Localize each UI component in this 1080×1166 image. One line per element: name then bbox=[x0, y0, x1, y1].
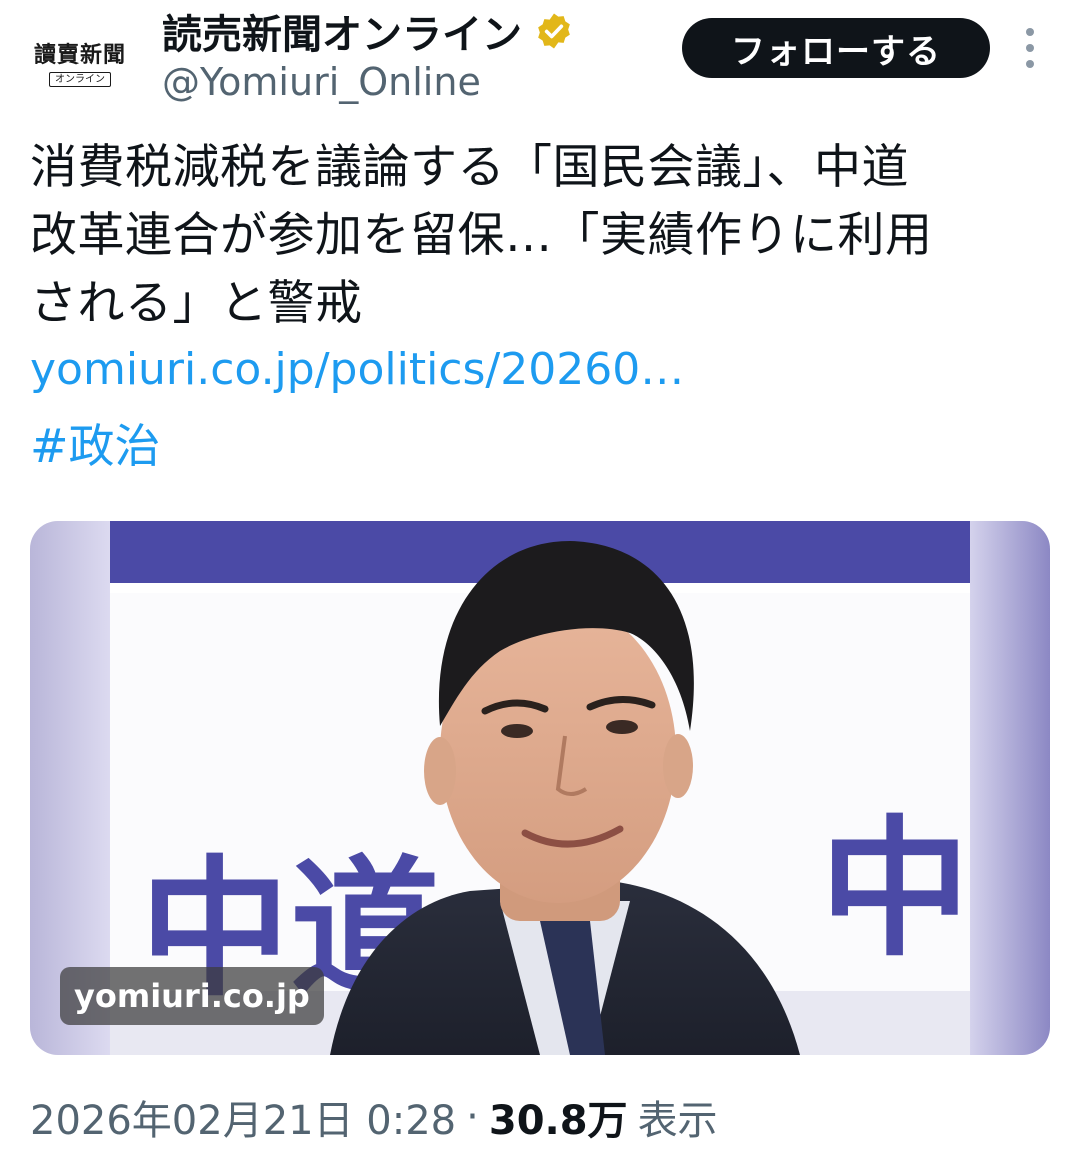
more-dot bbox=[1026, 44, 1034, 52]
views-label: 表示 bbox=[637, 1098, 718, 1144]
tweet-text-line: される」と警戒 bbox=[30, 276, 363, 331]
verified-badge-icon bbox=[538, 13, 570, 49]
avatar-logo-subtext: オンライン bbox=[49, 71, 111, 87]
banner-text-right: 中 bbox=[820, 803, 970, 977]
avatar-logo-text: 讀賣新聞 bbox=[33, 41, 126, 68]
timestamp[interactable]: 2026年02月21日 0:28 bbox=[30, 1088, 456, 1146]
avatar[interactable]: 讀賣新聞 オンライン bbox=[28, 28, 132, 100]
media-card[interactable]: 中道 中 yomiuri.co.jp bbox=[30, 521, 1050, 1055]
tweet-text-line: 改革連合が参加を留保…「実績作りに利用 bbox=[30, 208, 933, 263]
more-dot bbox=[1026, 28, 1034, 36]
views-count: 30.8万 bbox=[488, 1098, 628, 1144]
hashtag-link[interactable]: #政治 bbox=[30, 410, 161, 476]
name-row: 読売新聞オンライン bbox=[162, 4, 574, 58]
display-name[interactable]: 読売新聞オンライン bbox=[162, 2, 522, 60]
tweet-text: 消費税減税を議論する「国民会議」、中道 改革連合が参加を留保…「実績作りに利用 … bbox=[30, 134, 1050, 338]
more-dot bbox=[1026, 60, 1034, 68]
tweet-text-line: 消費税減税を議論する「国民会議」、中道 bbox=[30, 140, 909, 195]
follow-button[interactable]: フォローする bbox=[682, 18, 990, 78]
more-vertical-icon[interactable] bbox=[1014, 28, 1046, 68]
media-domain-label: yomiuri.co.jp bbox=[60, 967, 324, 1025]
handle[interactable]: @Yomiuri_Online bbox=[162, 60, 481, 104]
meta-separator: · bbox=[466, 1094, 479, 1140]
tweet-meta: 2026年02月21日 0:28 · 30.8万 表示 bbox=[30, 1090, 718, 1144]
tweet-header: 讀賣新聞 オンライン 読売新聞オンライン @Yomiuri_Online フォロ… bbox=[0, 0, 1080, 110]
article-link[interactable]: yomiuri.co.jp/politics/20260… bbox=[30, 344, 684, 395]
